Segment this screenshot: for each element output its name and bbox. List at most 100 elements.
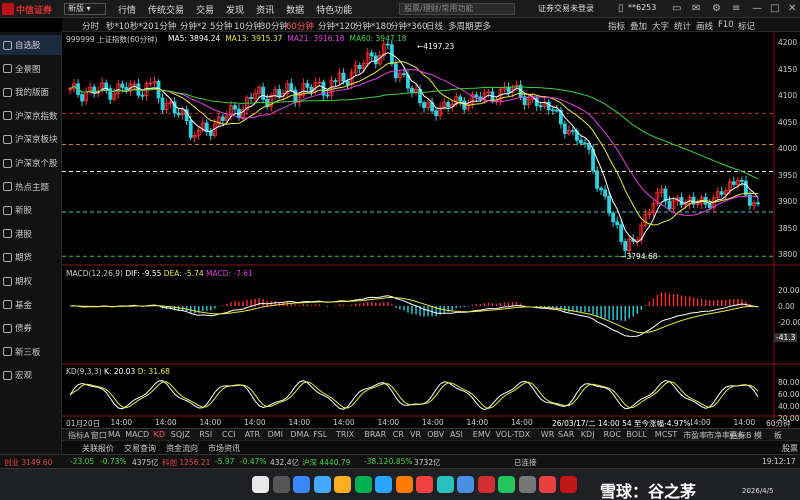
menu-item-6[interactable]: 特色功能 — [316, 3, 352, 16]
taskbar-app-icon[interactable] — [354, 476, 372, 493]
maximize-icon[interactable]: □ — [770, 3, 779, 14]
sidebar-item-2[interactable]: 我的版面 — [0, 82, 62, 102]
menu-item-3[interactable]: 发现 — [226, 3, 244, 16]
sidebar-item-13[interactable]: 新三板 — [0, 342, 62, 362]
sidebar-item-8[interactable]: 港股 — [0, 224, 62, 244]
sidebar-item-9[interactable]: 期货 — [0, 247, 62, 267]
window-icon[interactable]: ▭ — [672, 3, 681, 14]
indicator-tab-6[interactable]: RSI — [199, 430, 212, 439]
indicator-tab-16[interactable]: OBV — [427, 430, 444, 439]
tool-4[interactable]: 画线 — [696, 20, 713, 32]
indicator-tab-2[interactable]: MA — [108, 430, 120, 439]
trade-login-button[interactable]: 证券交易未登录 — [538, 3, 594, 14]
timeframe-11[interactable]: 分钟*360 — [390, 20, 427, 32]
chart-area[interactable]: 999999 上证指数(60分钟) MA5: 3894.24 MA13: 3915… — [62, 32, 800, 429]
sub-tab-1[interactable]: 交易查询 — [124, 443, 156, 454]
taskbar-app-icon[interactable] — [498, 476, 515, 493]
taskbar-app-icon[interactable] — [477, 476, 495, 493]
indicator-tab-24[interactable]: BOLL — [626, 430, 647, 439]
settings-icon[interactable]: ⚙ — [712, 3, 721, 14]
indicator-tab-5[interactable]: SQJZ — [171, 430, 190, 439]
menu-item-0[interactable]: 行情 — [118, 3, 136, 16]
indicator-tab-9[interactable]: DMI — [268, 430, 283, 439]
indicator-tab-23[interactable]: ROC — [604, 430, 621, 439]
menu-icon[interactable]: ≡ — [732, 3, 740, 14]
timeframe-8[interactable]: 60分钟 — [286, 20, 314, 32]
indicator-tab-14[interactable]: CR — [393, 430, 404, 439]
taskbar-app-icon[interactable] — [457, 476, 474, 493]
tool-3[interactable]: 统计 — [674, 20, 691, 32]
timeframe-10[interactable]: 分钟*180 — [354, 20, 391, 32]
timeframe-12[interactable]: 日线 — [426, 20, 443, 32]
indicator-tab-3[interactable]: MACD — [125, 430, 149, 439]
taskbar-app-icon[interactable] — [539, 476, 556, 493]
taskbar-app-icon[interactable] — [252, 476, 269, 493]
indicator-tab-21[interactable]: SAR — [558, 430, 574, 439]
tool-1[interactable]: 叠加 — [630, 20, 647, 32]
kline-chart[interactable] — [62, 32, 800, 428]
indicator-tab-19[interactable]: VOL-TDX — [496, 430, 531, 439]
close-icon[interactable]: ✕ — [788, 3, 796, 14]
sidebar-item-12[interactable]: 债券 — [0, 318, 62, 338]
timeframe-6[interactable]: 10分钟 — [234, 20, 262, 32]
sidebar-item-6[interactable]: 热点主题 — [0, 177, 62, 197]
indicator-tab-18[interactable]: EMV — [473, 430, 490, 439]
taskbar-app-icon[interactable] — [416, 476, 433, 493]
taskbar-app-icon[interactable] — [293, 476, 310, 493]
taskbar-app-icon[interactable] — [334, 476, 351, 493]
sub-tab-0[interactable]: 关联报价 — [82, 443, 114, 454]
indicator-tab-17[interactable]: ASI — [450, 430, 463, 439]
version-select[interactable]: 新版 ▾ — [64, 3, 106, 15]
sidebar-item-7[interactable]: 新股 — [0, 200, 62, 220]
message-icon[interactable]: ✉ — [692, 3, 700, 14]
timeframe-3[interactable]: 1分钟 — [154, 20, 176, 32]
timeframe-4[interactable]: 分钟*2 — [180, 20, 207, 32]
indicator-tab-20[interactable]: WR — [541, 430, 554, 439]
tool-5[interactable]: F10 — [718, 20, 734, 30]
taskbar-app-icon[interactable] — [436, 476, 454, 493]
sidebar-item-3[interactable]: 沪深京指数 — [0, 106, 62, 126]
indicator-tab-13[interactable]: BRAR — [364, 430, 386, 439]
sub-tab-2[interactable]: 资金流向 — [166, 443, 198, 454]
timeframe-2[interactable]: 秒*20 — [130, 20, 154, 32]
account-label[interactable]: **6253 — [628, 3, 656, 12]
taskbar-app-icon[interactable] — [518, 476, 536, 493]
indicator-tab-25[interactable]: MCST — [655, 430, 677, 439]
indicator-tab-10[interactable]: DMA — [290, 430, 309, 439]
sidebar-item-1[interactable]: 全景图 — [0, 59, 62, 79]
sidebar-item-11[interactable]: 基金 — [0, 295, 62, 315]
tool-2[interactable]: 大字 — [652, 20, 669, 32]
timeframe-14[interactable]: 更多 — [474, 20, 491, 32]
indicator-tab-15[interactable]: VR — [410, 430, 421, 439]
timeframe-1[interactable]: 秒*10 — [106, 20, 130, 32]
menu-item-1[interactable]: 传统交易 — [148, 3, 184, 16]
menu-item-2[interactable]: 交易 — [196, 3, 214, 16]
taskbar-app-icon[interactable] — [375, 476, 392, 493]
indicator-tab-7[interactable]: CCI — [222, 430, 236, 439]
taskbar-app-icon[interactable] — [559, 476, 577, 493]
menu-item-5[interactable]: 数据 — [286, 3, 304, 16]
minimize-icon[interactable]: — — [752, 3, 762, 14]
tool-0[interactable]: 指标 — [608, 20, 625, 32]
taskbar-app-icon[interactable] — [395, 476, 413, 493]
taskbar-app-icon[interactable] — [313, 476, 331, 493]
indicator-tab-22[interactable]: KDJ — [581, 430, 595, 439]
timeframe-5[interactable]: 5分钟 — [210, 20, 232, 32]
indicator-tab-12[interactable]: TRIX — [336, 430, 354, 439]
timeframe-9[interactable]: 分钟*120 — [318, 20, 355, 32]
indicator-tab-8[interactable]: ATR — [245, 430, 260, 439]
sub-tab-3[interactable]: 市场资讯 — [208, 443, 240, 454]
timeframe-7[interactable]: 30分钟 — [260, 20, 288, 32]
sidebar-item-10[interactable]: 期权 — [0, 271, 62, 291]
sidebar-item-14[interactable]: 宏观 — [0, 365, 62, 385]
search-input[interactable]: 股票/理财/常用功能 — [399, 3, 515, 15]
tool-6[interactable]: 标记 — [738, 20, 755, 32]
menu-item-4[interactable]: 资讯 — [256, 3, 274, 16]
taskbar-app-icon[interactable] — [272, 476, 290, 493]
phone-icon[interactable]: ▯ — [618, 3, 624, 14]
indicator-tab-4[interactable]: KD — [154, 430, 165, 439]
sidebar-item-0[interactable]: 自选股 — [0, 35, 62, 55]
timeframe-0[interactable]: 分时 — [82, 20, 99, 32]
sidebar-item-5[interactable]: 沪深京个股 — [0, 153, 62, 173]
sidebar-item-4[interactable]: 沪深京板块 — [0, 129, 62, 149]
